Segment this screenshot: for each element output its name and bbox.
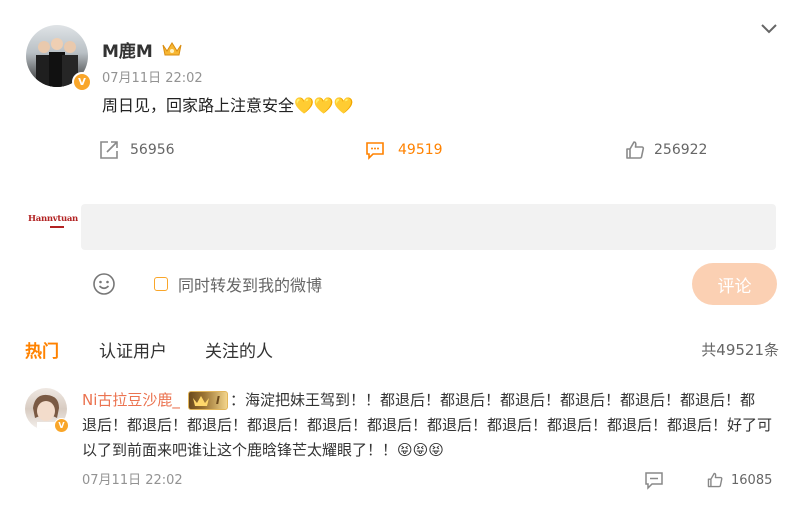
commenter-name[interactable]: Ni古拉豆沙鹿_ — [82, 388, 180, 413]
like-button[interactable]: 256922 — [624, 138, 707, 162]
emoji-icon[interactable] — [92, 272, 116, 296]
comment-timestamp: 07月11日 22:02 — [82, 473, 183, 488]
comment-input[interactable] — [81, 204, 776, 250]
post-timestamp[interactable]: 07月11日 22:02 — [102, 67, 203, 86]
tab-verified-users[interactable]: 认证用户 — [99, 337, 167, 362]
chevron-down-icon[interactable] — [760, 22, 778, 36]
comment-text-line-2: 退后！都退后！都退后！都退后！都退后！都退后！都退后！都退后！都退后！都退后！都… — [82, 416, 773, 434]
composer-logo-text: Hannvtuan — [28, 214, 78, 224]
fan-badge: I — [187, 391, 228, 410]
reply-icon[interactable] — [644, 470, 664, 490]
tab-following[interactable]: 关注的人 — [205, 337, 273, 362]
comment-thumbs-up-icon — [706, 471, 724, 489]
crown-icon — [189, 395, 213, 407]
composer-logo: Hannvtuan — [28, 214, 78, 234]
repost-button[interactable]: 56956 — [98, 138, 175, 162]
comment-button[interactable]: 49519 — [364, 138, 443, 162]
commenter-verified-icon: V — [54, 418, 69, 433]
repost-option-label: 同时转发到我的微博 — [178, 276, 323, 295]
comment-count: 49519 — [398, 142, 443, 158]
submit-comment-button[interactable]: 评论 — [692, 263, 777, 305]
like-count: 256922 — [654, 142, 708, 158]
repost-count: 56956 — [130, 142, 175, 158]
repost-option[interactable]: 同时转发到我的微博 — [154, 274, 323, 295]
comment-text-line-1: ：海淀把妹王驾到！！都退后！都退后！都退后！都退后！都退后！都退后！都 — [229, 391, 755, 409]
share-icon — [98, 139, 120, 161]
fan-badge-level: I — [215, 394, 220, 407]
post-text: 周日见，回家路上注意安全💛💛💛 — [102, 96, 354, 115]
comment-icon — [364, 139, 386, 161]
comment-total: 共49521条 — [701, 341, 779, 359]
author-name[interactable]: M鹿M — [102, 37, 153, 62]
comment-text-line-3: 以了到前面来吧谁让这个鹿晗锋芒太耀眼了！！😝😝😝 — [82, 441, 444, 459]
repost-checkbox[interactable] — [154, 277, 168, 291]
comment-like-count: 16085 — [731, 472, 773, 488]
vip-crown-icon — [161, 41, 183, 57]
comment-like-button[interactable]: 16085 — [706, 469, 772, 491]
thumbs-up-icon — [624, 139, 646, 161]
tab-hot[interactable]: 热门 — [25, 337, 59, 362]
verified-badge-icon: V — [72, 72, 92, 92]
